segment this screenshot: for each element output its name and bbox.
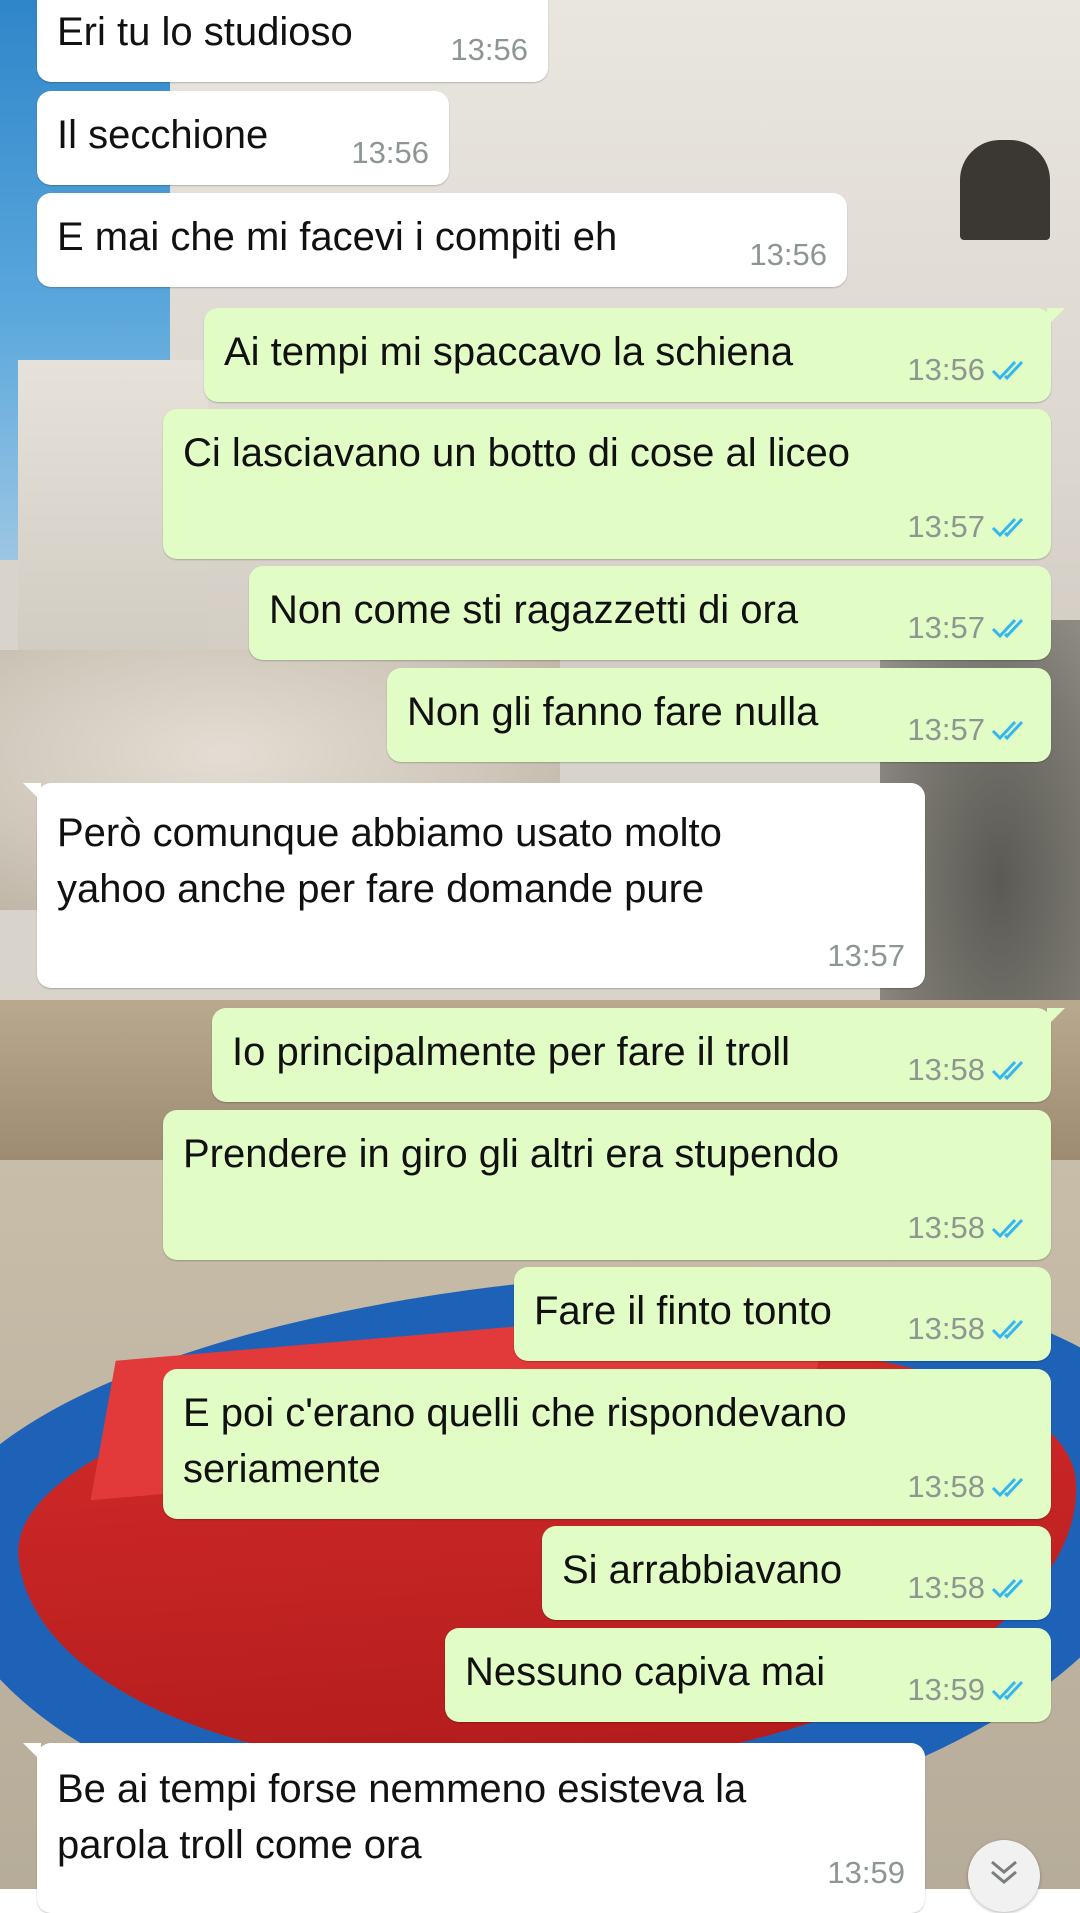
message-bubble-outgoing[interactable]: Fare il finto tonto 13:58 <box>514 1267 1051 1361</box>
message-text: Be ai tempi forse nemmeno esisteva la pa… <box>57 1767 747 1867</box>
message-text: Ci lasciavano un botto di cose al liceo <box>183 431 851 475</box>
message-time: 13:56 <box>450 32 528 67</box>
message-time: 13:56 <box>749 237 827 272</box>
double-check-icon <box>991 1576 1031 1600</box>
message-time: 13:57 <box>907 712 985 747</box>
message-bubble-outgoing[interactable]: Prendere in giro gli altri era stupendo … <box>163 1110 1051 1260</box>
message-bubble-incoming[interactable]: Il secchione 13:56 <box>37 91 449 185</box>
message-text: Prendere in giro gli altri era stupendo <box>183 1132 839 1176</box>
message-time: 13:57 <box>827 938 905 973</box>
message-bubble-outgoing[interactable]: Nessuno capiva mai 13:59 <box>445 1628 1051 1722</box>
message-time: 13:56 <box>351 135 429 170</box>
message-bubble-incoming[interactable]: Però comunque abbiamo usato molto yahoo … <box>23 783 925 988</box>
message-time: 13:59 <box>827 1855 905 1890</box>
message-time: 13:57 <box>907 610 985 645</box>
double-check-icon <box>991 1058 1031 1082</box>
message-time: 13:58 <box>907 1311 985 1346</box>
message-time: 13:58 <box>907 1052 985 1087</box>
message-bubble-outgoing[interactable]: Non come sti ragazzetti di ora 13:57 <box>249 566 1051 660</box>
double-check-icon <box>991 718 1031 742</box>
message-text: E mai che mi facevi i compiti eh <box>57 215 618 259</box>
double-check-icon <box>991 1475 1031 1499</box>
message-time: 13:57 <box>907 509 985 544</box>
message-bubble-outgoing[interactable]: Si arrabbiavano 13:58 <box>542 1526 1051 1620</box>
message-time: 13:59 <box>907 1672 985 1707</box>
scroll-to-bottom-button[interactable] <box>968 1840 1040 1912</box>
message-time: 13:58 <box>907 1469 985 1504</box>
chevron-double-down-icon <box>988 1840 1020 1893</box>
message-bubble-outgoing[interactable]: Ci lasciavano un botto di cose al liceo … <box>163 409 1051 559</box>
message-bubble-outgoing[interactable]: Non gli fanno fare nulla 13:57 <box>387 668 1051 762</box>
message-list[interactable]: Eri tu lo studioso 13:56 Il secchione 13… <box>0 0 1080 1913</box>
message-text: E poi c'erano quelli che rispondevano se… <box>183 1391 847 1491</box>
double-check-icon <box>991 515 1031 539</box>
double-check-icon <box>991 1216 1031 1240</box>
message-bubble-incoming[interactable]: Eri tu lo studioso 13:56 <box>37 0 548 82</box>
message-bubble-incoming[interactable]: E mai che mi facevi i compiti eh 13:56 <box>37 193 847 287</box>
message-bubble-outgoing[interactable]: Ai tempi mi spaccavo la schiena 13:56 <box>204 308 1065 402</box>
double-check-icon <box>991 358 1031 382</box>
message-time: 13:56 <box>907 352 985 387</box>
message-bubble-outgoing[interactable]: Io principalmente per fare il troll 13:5… <box>212 1008 1065 1102</box>
message-bubble-outgoing[interactable]: E poi c'erano quelli che rispondevano se… <box>163 1369 1051 1519</box>
double-check-icon <box>991 1317 1031 1341</box>
message-text: Però comunque abbiamo usato molto yahoo … <box>57 811 722 911</box>
message-time: 13:58 <box>907 1570 985 1605</box>
message-time: 13:58 <box>907 1210 985 1245</box>
message-bubble-incoming[interactable]: Be ai tempi forse nemmeno esisteva la pa… <box>23 1743 925 1913</box>
double-check-icon <box>991 1678 1031 1702</box>
double-check-icon <box>991 616 1031 640</box>
